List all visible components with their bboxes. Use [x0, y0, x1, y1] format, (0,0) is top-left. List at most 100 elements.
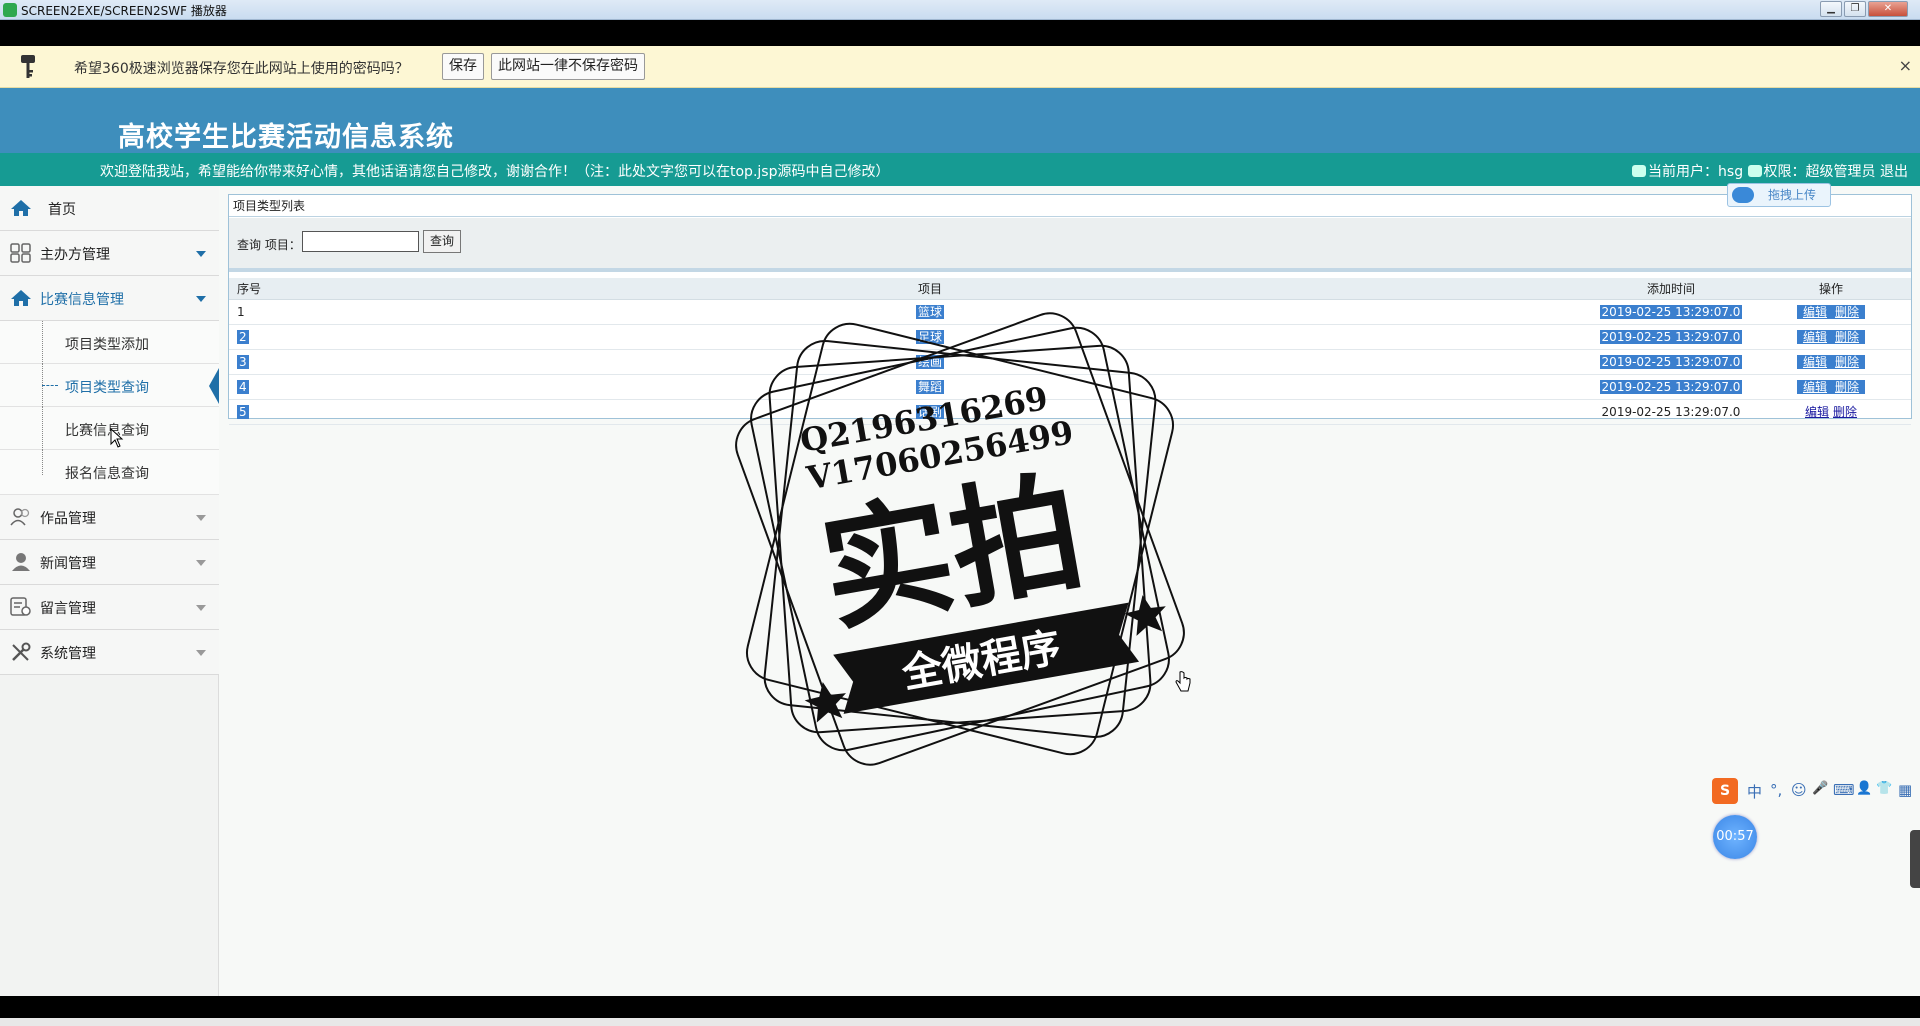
sidebar-subitem-type-query[interactable]: 项目类型查询 [0, 364, 219, 407]
window-title: SCREEN2EXE/SCREEN2SWF 播放器 [21, 4, 227, 18]
delete-link[interactable]: 删除 [1833, 405, 1857, 419]
window-title-bar: SCREEN2EXE/SCREEN2SWF 播放器 ▁ ❐ ✕ [0, 0, 1920, 20]
player-status-strip [0, 1018, 1920, 1026]
row-number: 2 [237, 329, 249, 344]
home-icon [11, 290, 31, 306]
top-black-band [0, 20, 1920, 46]
row-time: 2019-02-25 13:29:07.0 [1599, 329, 1743, 344]
delete-link[interactable]: 删除 [1833, 330, 1862, 344]
sidebar-subitem-label: 项目类型添加 [65, 337, 149, 353]
mouse-cursor-icon [110, 428, 124, 448]
never-save-password-button[interactable]: 此网站一律不保存密码 [491, 53, 645, 80]
hand-cursor-icon [1175, 671, 1191, 692]
sidebar-item-sponsor[interactable]: 主办方管理 [0, 231, 219, 276]
sidebar-item-news[interactable]: 新闻管理 [0, 540, 219, 585]
toolbox-icon[interactable]: ▦ [1898, 781, 1912, 799]
delete-link[interactable]: 删除 [1833, 355, 1862, 369]
user-info: 当前用户：hsg 权限：超级管理员 退出 [1632, 161, 1908, 181]
delete-link[interactable]: 删除 [1833, 380, 1862, 394]
row-time: 2019-02-25 13:29:07.0 [1599, 354, 1743, 369]
sidebar: 首页 主办方管理 比赛信息管理 项目类型添加 项目类型查询 比赛信息查询 报名信… [0, 186, 219, 996]
punctuation-icon[interactable]: °, [1770, 781, 1782, 799]
edit-link[interactable]: 编辑 [1800, 305, 1829, 319]
column-header-action: 操作 [1751, 278, 1911, 300]
column-header-time: 添加时间 [1591, 278, 1751, 300]
row-number: 4 [237, 379, 249, 394]
row-time: 2019-02-25 13:29:07.0 [1599, 304, 1743, 319]
maximize-button[interactable]: ❐ [1844, 1, 1866, 17]
edit-link[interactable]: 编辑 [1800, 355, 1829, 369]
message-board-icon [10, 597, 31, 616]
chevron-down-icon [196, 650, 206, 656]
panel-title: 项目类型列表 [229, 195, 1911, 217]
chevron-down-icon [196, 605, 206, 611]
permission-text: 权限：超级管理员 [1763, 164, 1876, 180]
chevron-down-icon [196, 560, 206, 566]
sidebar-item-messages[interactable]: 留言管理 [0, 585, 219, 630]
close-window-button[interactable]: ✕ [1868, 1, 1908, 17]
project-search-input[interactable] [302, 231, 419, 252]
edit-link[interactable]: 编辑 [1805, 405, 1829, 419]
emoji-icon[interactable]: ☺ [1791, 781, 1807, 799]
minimize-button[interactable]: ▁ [1820, 1, 1842, 17]
system-title: 高校学生比赛活动信息系统 [118, 122, 454, 153]
sidebar-subitem-label: 比赛信息查询 [65, 423, 149, 439]
cloud-icon [1732, 187, 1754, 203]
user-icon[interactable]: 👤 [1856, 781, 1872, 796]
keyboard-icon[interactable]: ⌨ [1833, 781, 1855, 799]
row-number: 3 [237, 354, 249, 369]
sidebar-item-label: 留言管理 [40, 601, 96, 617]
sidebar-subitem-label: 报名信息查询 [65, 466, 149, 482]
tree-line [42, 407, 43, 450]
sidebar-item-label: 主办方管理 [40, 247, 110, 263]
sidebar-subitem-label: 项目类型查询 [65, 380, 149, 396]
search-bar: 查询 项目： 查询 [229, 218, 1911, 272]
app-icon [3, 3, 17, 17]
chevron-down-icon [196, 296, 206, 302]
watermark-stamp: Q2196316269 V17060256499 实拍 全微程序 [735, 312, 1185, 766]
column-header-no: 序号 [229, 278, 269, 300]
row-number: 1 [237, 304, 245, 319]
recording-timer[interactable]: 00:57 [1713, 815, 1757, 859]
sidebar-item-contest[interactable]: 比赛信息管理 [0, 276, 219, 321]
sidebar-subitem-signup-query[interactable]: 报名信息查询 [0, 450, 219, 495]
sidebar-item-system[interactable]: 系统管理 [0, 630, 219, 675]
sidebar-item-home[interactable]: 首页 [0, 186, 219, 231]
welcome-bar: 欢迎登陆我站，希望能给你带来好心情，其他话语请您自己修改，谢谢合作！（注：此处文… [0, 153, 1920, 186]
query-button[interactable]: 查询 [423, 230, 462, 253]
chevron-down-icon [196, 515, 206, 521]
welcome-text: 欢迎登陆我站，希望能给你带来好心情，其他话语请您自己修改，谢谢合作！（注：此处文… [100, 164, 890, 180]
save-password-button[interactable]: 保存 [442, 53, 484, 80]
ime-toolbar: S 中 °, ☺ 🎤 ⌨ 👤 👕 ▦ [1712, 778, 1920, 806]
edit-link[interactable]: 编辑 [1800, 330, 1829, 344]
sidebar-item-label: 作品管理 [40, 511, 96, 527]
current-user: 当前用户：hsg [1648, 164, 1744, 180]
sidebar-item-works[interactable]: 作品管理 [0, 495, 219, 540]
upload-label: 拖拽上传 [1768, 188, 1817, 202]
skin-icon[interactable]: 👕 [1876, 781, 1892, 796]
row-time: 2019-02-25 13:29:07.0 [1601, 404, 1741, 419]
user-icon [1632, 165, 1647, 177]
sidebar-item-label: 首页 [48, 202, 76, 218]
star-icon [804, 682, 847, 723]
side-dock-handle[interactable] [1910, 830, 1920, 888]
edit-link[interactable]: 编辑 [1800, 380, 1829, 394]
permission-icon [1747, 165, 1762, 177]
drag-upload-button[interactable]: 拖拽上传 [1727, 183, 1831, 207]
sidebar-subitem-type-add[interactable]: 项目类型添加 [0, 321, 219, 364]
grid-icon [10, 243, 31, 263]
tree-line [42, 450, 43, 475]
logout-link[interactable]: 退出 [1880, 164, 1908, 180]
password-save-bar: 希望360极速浏览器保存您在此网站上使用的密码吗？ 保存 此网站一律不保存密码 … [0, 46, 1920, 88]
tools-icon [12, 642, 31, 661]
close-bar-icon[interactable]: × [1899, 56, 1912, 75]
sogou-logo-icon[interactable]: S [1712, 778, 1738, 804]
password-prompt-text: 希望360极速浏览器保存您在此网站上使用的密码吗？ [74, 61, 409, 77]
search-label: 查询 项目： [237, 238, 301, 252]
bottom-black-band [0, 996, 1920, 1018]
microphone-icon[interactable]: 🎤 [1812, 781, 1828, 796]
user-icon [12, 553, 30, 571]
delete-link[interactable]: 删除 [1833, 305, 1862, 319]
chevron-down-icon [196, 251, 206, 257]
ime-mode-toggle[interactable]: 中 [1747, 781, 1762, 802]
